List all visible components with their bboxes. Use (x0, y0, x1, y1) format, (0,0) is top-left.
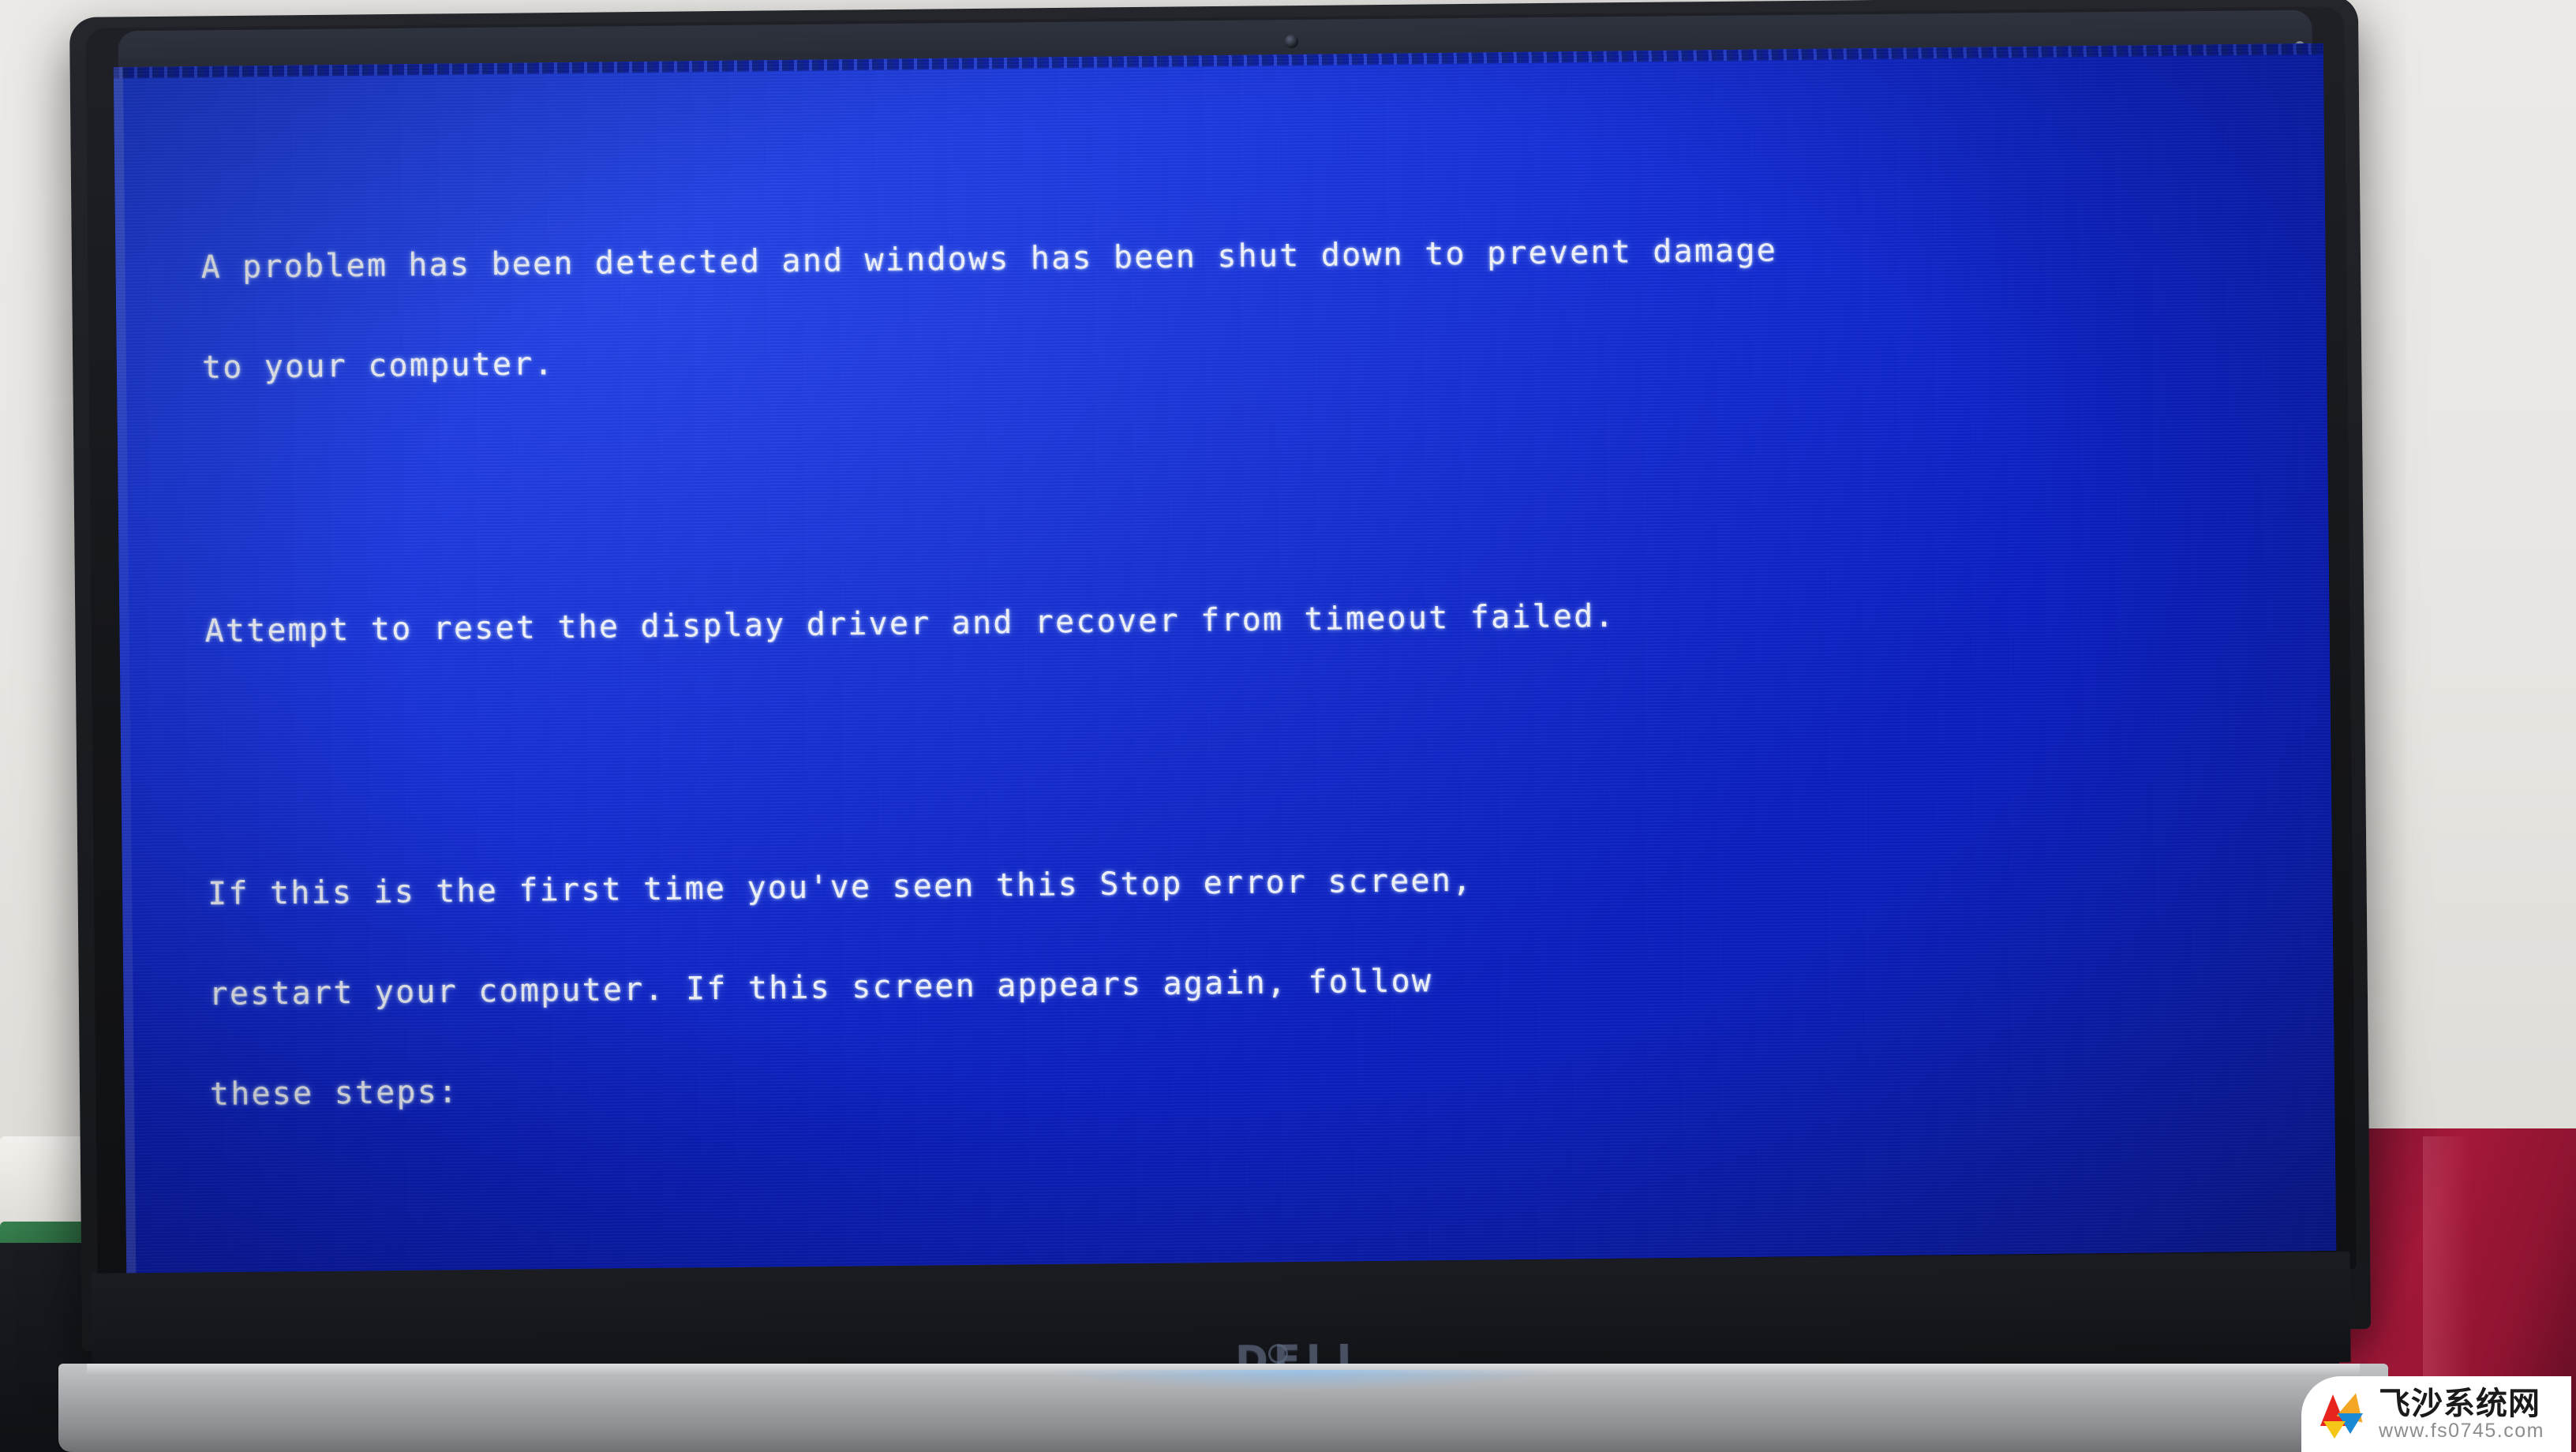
watermark-site-name: 飞沙系统网 (2379, 1385, 2540, 1422)
bsod-line: Attempt to reset the display driver and … (204, 597, 1616, 649)
bsod-line: If this is the first time you've seen th… (207, 862, 1473, 913)
laptop-screen: A problem has been detected and windows … (113, 43, 2337, 1275)
site-watermark: 飞沙系统网 www.fs0745.com (2301, 1376, 2571, 1452)
watermark-logo-icon (2319, 1390, 2369, 1439)
bsod-line: restart your computer. If this screen ap… (208, 963, 1433, 1012)
watermark-texts: 飞沙系统网 www.fs0745.com (2379, 1388, 2544, 1441)
bsod-paragraph-first-time: If this is the first time you've seen th… (207, 790, 2294, 1178)
bsod-paragraph-intro: A problem has been detected and windows … (200, 163, 2286, 451)
bsod-line: A problem has been detected and windows … (200, 232, 1778, 286)
watermark-url: www.fs0745.com (2379, 1419, 2544, 1442)
bsod-paragraph-cause: Attempt to reset the display driver and … (204, 526, 2289, 715)
photo-scene: A problem has been detected and windows … (0, 0, 2576, 1452)
bsod-line: to your computer. (201, 345, 555, 386)
bsod-line: these steps: (209, 1073, 459, 1113)
laptop-base-light-reflection (1042, 1370, 1563, 1390)
webcam-icon (1285, 35, 1298, 48)
bsod-message: A problem has been detected and windows … (200, 97, 2316, 1274)
